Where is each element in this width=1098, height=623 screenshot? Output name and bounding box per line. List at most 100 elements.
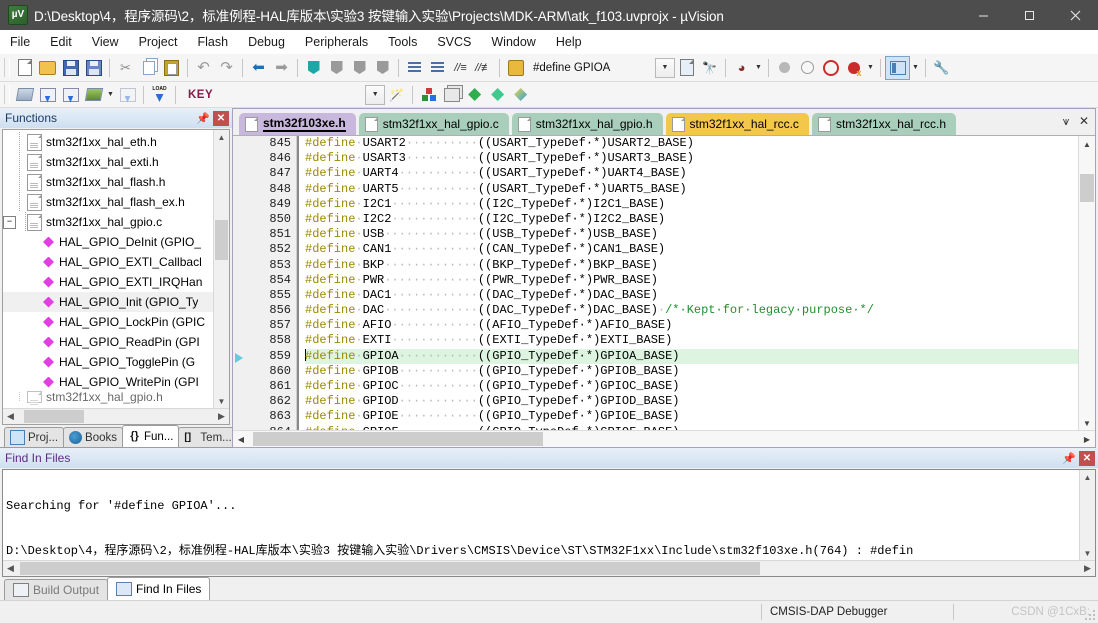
find-combo-dropdown-icon[interactable]: ▼ bbox=[655, 57, 675, 78]
tab-templates[interactable]: [] Tem... bbox=[178, 427, 238, 447]
code-line[interactable]: #define·I2C2············((I2C_TypeDef·*)… bbox=[305, 212, 1079, 227]
redo-icon[interactable]: ↷ bbox=[215, 57, 238, 79]
translate-icon[interactable] bbox=[13, 84, 36, 106]
find-results-horizontal-scrollbar[interactable]: ◀ ▶ bbox=[3, 560, 1095, 576]
code-line[interactable]: #define·CAN1············((CAN_TypeDef·*)… bbox=[305, 242, 1079, 257]
source-code-lines[interactable]: #define·USART2··········((USART_TypeDef·… bbox=[297, 136, 1079, 431]
save-icon[interactable] bbox=[59, 57, 82, 79]
code-line[interactable]: #define·GPIOB···········((GPIO_TypeDef·*… bbox=[305, 364, 1079, 379]
bookmark-next-icon[interactable] bbox=[348, 57, 371, 79]
breakpoint-dropdown-icon[interactable]: ▼ bbox=[865, 57, 876, 79]
find-result-line[interactable]: D:\Desktop\4，程序源码\2，标准例程-HAL库版本\实验3 按键输入… bbox=[6, 543, 1079, 560]
disable-all-breakpoints-icon[interactable] bbox=[842, 57, 865, 79]
editor-tab-hal-rcc-h[interactable]: stm32f1xx_hal_rcc.h bbox=[811, 113, 956, 135]
save-all-icon[interactable] bbox=[82, 57, 105, 79]
stop-build-icon[interactable] bbox=[116, 84, 139, 106]
target-selector[interactable]: KEY bbox=[180, 89, 221, 101]
find-in-files-icon[interactable] bbox=[504, 57, 527, 79]
indent-left-icon[interactable] bbox=[426, 57, 449, 79]
manage-windows-dropdown-icon[interactable]: ▼ bbox=[910, 57, 921, 79]
functions-tree-vertical-scrollbar[interactable]: ▲ ▼ bbox=[213, 130, 229, 409]
code-line[interactable]: #define·PWR·············((PWR_TypeDef·*)… bbox=[305, 273, 1079, 288]
close-button[interactable] bbox=[1052, 0, 1098, 30]
find-results-container[interactable]: Searching for '#define GPIOA'... D:\Desk… bbox=[2, 469, 1096, 577]
bookmark-gutter[interactable] bbox=[233, 136, 247, 431]
build-icon[interactable] bbox=[36, 84, 59, 106]
find-next-icon[interactable] bbox=[675, 57, 698, 79]
menu-flash[interactable]: Flash bbox=[187, 32, 238, 52]
disable-breakpoint-icon[interactable] bbox=[796, 57, 819, 79]
navigate-back-icon[interactable]: ⬅ bbox=[247, 57, 270, 79]
resize-grip[interactable] bbox=[1084, 609, 1096, 621]
menu-file[interactable]: File bbox=[0, 32, 40, 52]
incremental-find-icon[interactable]: 🔭 bbox=[698, 57, 721, 79]
editor-tab-hal-gpio-c[interactable]: stm32f1xx_hal_gpio.c bbox=[358, 113, 509, 135]
bookmark-search-icon[interactable]: ◕ bbox=[730, 57, 753, 79]
menu-debug[interactable]: Debug bbox=[238, 32, 295, 52]
code-line[interactable]: #define·GPIOD···········((GPIO_TypeDef·*… bbox=[305, 394, 1079, 409]
code-line[interactable]: #define·USART3··········((USART_TypeDef·… bbox=[305, 151, 1079, 166]
rte-manager-icon[interactable] bbox=[486, 84, 509, 106]
kill-all-breakpoints-icon[interactable] bbox=[819, 57, 842, 79]
editor-tab-hal-gpio-h[interactable]: stm32f1xx_hal_gpio.h bbox=[511, 113, 663, 135]
code-line[interactable]: #define·I2C1············((I2C_TypeDef·*)… bbox=[305, 197, 1079, 212]
tree-item-function-selected[interactable]: HAL_GPIO_Init (GPIO_Ty bbox=[3, 292, 214, 312]
insert-breakpoint-icon[interactable] bbox=[773, 57, 796, 79]
options-for-target-icon[interactable]: 🪄 bbox=[385, 84, 408, 106]
code-line[interactable]: #define·DAC1············((DAC_TypeDef·*)… bbox=[305, 288, 1079, 303]
scroll-up-icon[interactable]: ▲ bbox=[214, 130, 229, 145]
target-combo-dropdown-icon[interactable]: ▼ bbox=[365, 84, 386, 105]
batch-build-dropdown-icon[interactable]: ▼ bbox=[105, 84, 116, 106]
menu-svcs[interactable]: SVCS bbox=[427, 32, 481, 52]
open-file-icon[interactable] bbox=[36, 57, 59, 79]
configuration-wizard-icon[interactable]: 🔧 bbox=[930, 57, 953, 79]
tab-project[interactable]: Proj... bbox=[4, 427, 65, 447]
toolbar-grip[interactable] bbox=[4, 58, 10, 77]
scroll-left-icon[interactable]: ◀ bbox=[233, 431, 249, 447]
tree-item-file-expanded[interactable]: − stm32f1xx_hal_gpio.c bbox=[3, 212, 214, 232]
minimize-button[interactable] bbox=[960, 0, 1006, 30]
close-icon[interactable]: ✕ bbox=[1075, 112, 1093, 130]
menu-view[interactable]: View bbox=[82, 32, 129, 52]
functions-tree-horizontal-scrollbar[interactable]: ◀ ▶ bbox=[3, 408, 229, 424]
editor-tab-hal-rcc-c[interactable]: stm32f1xx_hal_rcc.c bbox=[665, 113, 809, 135]
scrollbar-thumb[interactable] bbox=[253, 432, 543, 446]
tab-build-output[interactable]: Build Output bbox=[4, 579, 109, 600]
tree-item-file[interactable]: stm32f1xx_hal_flash_ex.h bbox=[3, 192, 214, 212]
pack-installer-icon[interactable] bbox=[463, 84, 486, 106]
tab-functions[interactable]: {} Fun... bbox=[122, 425, 180, 447]
code-editor[interactable]: 845 846 847 848 849 850 851 852 853 854 … bbox=[233, 135, 1095, 447]
code-line[interactable]: #define·AFIO············((AFIO_TypeDef·*… bbox=[305, 318, 1079, 333]
paste-icon[interactable] bbox=[160, 57, 183, 79]
editor-tab-stm32f103xe-h[interactable]: stm32f103xe.h bbox=[239, 113, 356, 135]
code-line[interactable]: #define·GPIOC···········((GPIO_TypeDef·*… bbox=[305, 379, 1079, 394]
manage-project-items-icon[interactable] bbox=[417, 84, 440, 106]
manage-windows-icon[interactable] bbox=[885, 55, 910, 80]
bookmark-prev-icon[interactable] bbox=[325, 57, 348, 79]
tree-item-function[interactable]: HAL_GPIO_WritePin (GPI bbox=[3, 372, 214, 392]
tab-find-in-files[interactable]: Find In Files bbox=[107, 577, 211, 600]
code-line[interactable]: #define·GPIOA···········((GPIO_TypeDef·*… bbox=[305, 348, 1079, 364]
navigate-forward-icon[interactable]: ➡ bbox=[270, 57, 293, 79]
pin-icon[interactable]: 📌 bbox=[1061, 450, 1077, 466]
tree-item-file[interactable]: stm32f1xx_hal_gpio.h bbox=[3, 390, 214, 404]
find-results-vertical-scrollbar[interactable]: ▲ ▼ bbox=[1079, 470, 1095, 561]
scroll-down-icon[interactable]: ▼ bbox=[1080, 546, 1095, 561]
scroll-right-icon[interactable]: ▶ bbox=[1079, 431, 1095, 447]
editor-vertical-scrollbar[interactable]: ▲ ▼ bbox=[1078, 136, 1095, 431]
tree-item-function[interactable]: HAL_GPIO_DeInit (GPIO_ bbox=[3, 232, 214, 252]
code-line[interactable]: #define·USART2··········((USART_TypeDef·… bbox=[305, 136, 1079, 151]
pin-icon[interactable]: 📌 bbox=[195, 110, 211, 126]
comment-icon[interactable]: //≡ bbox=[449, 57, 472, 79]
code-line[interactable]: #define·DAC·············((DAC_TypeDef·*)… bbox=[305, 303, 1079, 318]
new-file-icon[interactable] bbox=[13, 57, 36, 79]
indent-right-icon[interactable] bbox=[403, 57, 426, 79]
manage-multi-project-icon[interactable] bbox=[440, 84, 463, 106]
scrollbar-thumb[interactable] bbox=[1080, 174, 1094, 202]
code-line[interactable]: #define·EXTI············((EXTI_TypeDef·*… bbox=[305, 333, 1079, 348]
tree-item-file[interactable]: stm32f1xx_hal_eth.h bbox=[3, 132, 214, 152]
copy-icon[interactable] bbox=[137, 57, 160, 79]
batch-build-icon[interactable] bbox=[82, 84, 105, 106]
scrollbar-thumb[interactable] bbox=[24, 410, 84, 423]
close-icon[interactable]: ✕ bbox=[213, 110, 229, 126]
